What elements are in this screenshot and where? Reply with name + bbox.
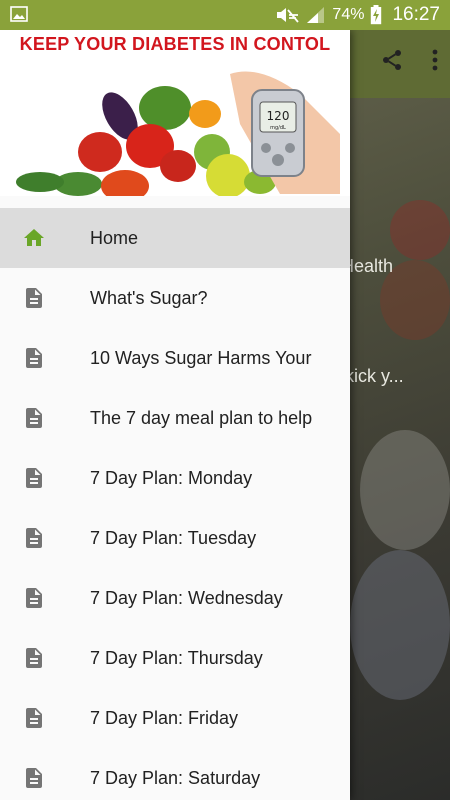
share-icon[interactable]	[380, 48, 404, 72]
menu-item-label: The 7 day meal plan to help	[90, 407, 313, 428]
menu-item-label: 7 Day Plan: Saturday	[90, 767, 261, 788]
menu-item-whats-sugar[interactable]: What's Sugar?	[0, 268, 350, 328]
overflow-menu-icon[interactable]	[432, 49, 438, 71]
home-icon	[24, 229, 44, 246]
menu-item-wednesday[interactable]: 7 Day Plan: Wednesday	[0, 568, 350, 628]
menu-item-label: 7 Day Plan: Monday	[90, 467, 253, 488]
battery-percent: 74%	[332, 6, 365, 23]
menu-item-tuesday[interactable]: 7 Day Plan: Tuesday	[0, 508, 350, 568]
header-illustration: 120 mg/dL	[16, 71, 340, 196]
header-title: KEEP YOUR DIABETES IN CONTOL	[19, 34, 331, 54]
menu-item-monday[interactable]: 7 Day Plan: Monday	[0, 448, 350, 508]
drawer-header: KEEP YOUR DIABETES IN CONTOL 120 mg/dL	[0, 30, 350, 196]
menu-item-label: 7 Day Plan: Tuesday	[90, 527, 257, 548]
document-icon	[26, 708, 42, 728]
menu-item-saturday[interactable]: 7 Day Plan: Saturday	[0, 748, 350, 800]
document-icon	[26, 768, 42, 788]
status-bar: 74% 16:27	[0, 0, 450, 30]
menu-item-home[interactable]: Home	[0, 208, 350, 268]
menu-item-meal-plan[interactable]: The 7 day meal plan to help	[0, 388, 350, 448]
menu-item-thursday[interactable]: 7 Day Plan: Thursday	[0, 628, 350, 688]
battery-charging-icon	[371, 5, 382, 25]
menu-item-label: 7 Day Plan: Thursday	[90, 647, 263, 668]
document-icon	[26, 528, 42, 548]
meter-unit: mg/dL	[270, 125, 286, 131]
signal-icon	[307, 7, 325, 23]
menu-item-label: 7 Day Plan: Friday	[90, 707, 239, 728]
drawer-menu: Home What's Sugar? 10 Ways Sugar Harms Y…	[0, 196, 350, 800]
navigation-drawer: KEEP YOUR DIABETES IN CONTOL 120 mg/dL H…	[0, 30, 350, 800]
document-icon	[26, 348, 42, 368]
menu-item-label: Home	[90, 227, 139, 248]
document-icon	[26, 408, 42, 428]
menu-item-label: 10 Ways Sugar Harms Your	[90, 347, 312, 368]
menu-item-label: What's Sugar?	[90, 287, 208, 308]
gallery-notification-icon	[10, 6, 28, 22]
document-icon	[26, 288, 42, 308]
document-icon	[26, 468, 42, 488]
meter-reading: 120	[267, 109, 290, 123]
clock: 16:27	[392, 4, 440, 25]
mute-icon	[277, 8, 300, 23]
document-icon	[26, 588, 42, 608]
menu-item-10-ways[interactable]: 10 Ways Sugar Harms Your	[0, 328, 350, 388]
menu-item-friday[interactable]: 7 Day Plan: Friday	[0, 688, 350, 748]
menu-item-label: 7 Day Plan: Wednesday	[90, 587, 283, 608]
document-icon	[26, 648, 42, 668]
